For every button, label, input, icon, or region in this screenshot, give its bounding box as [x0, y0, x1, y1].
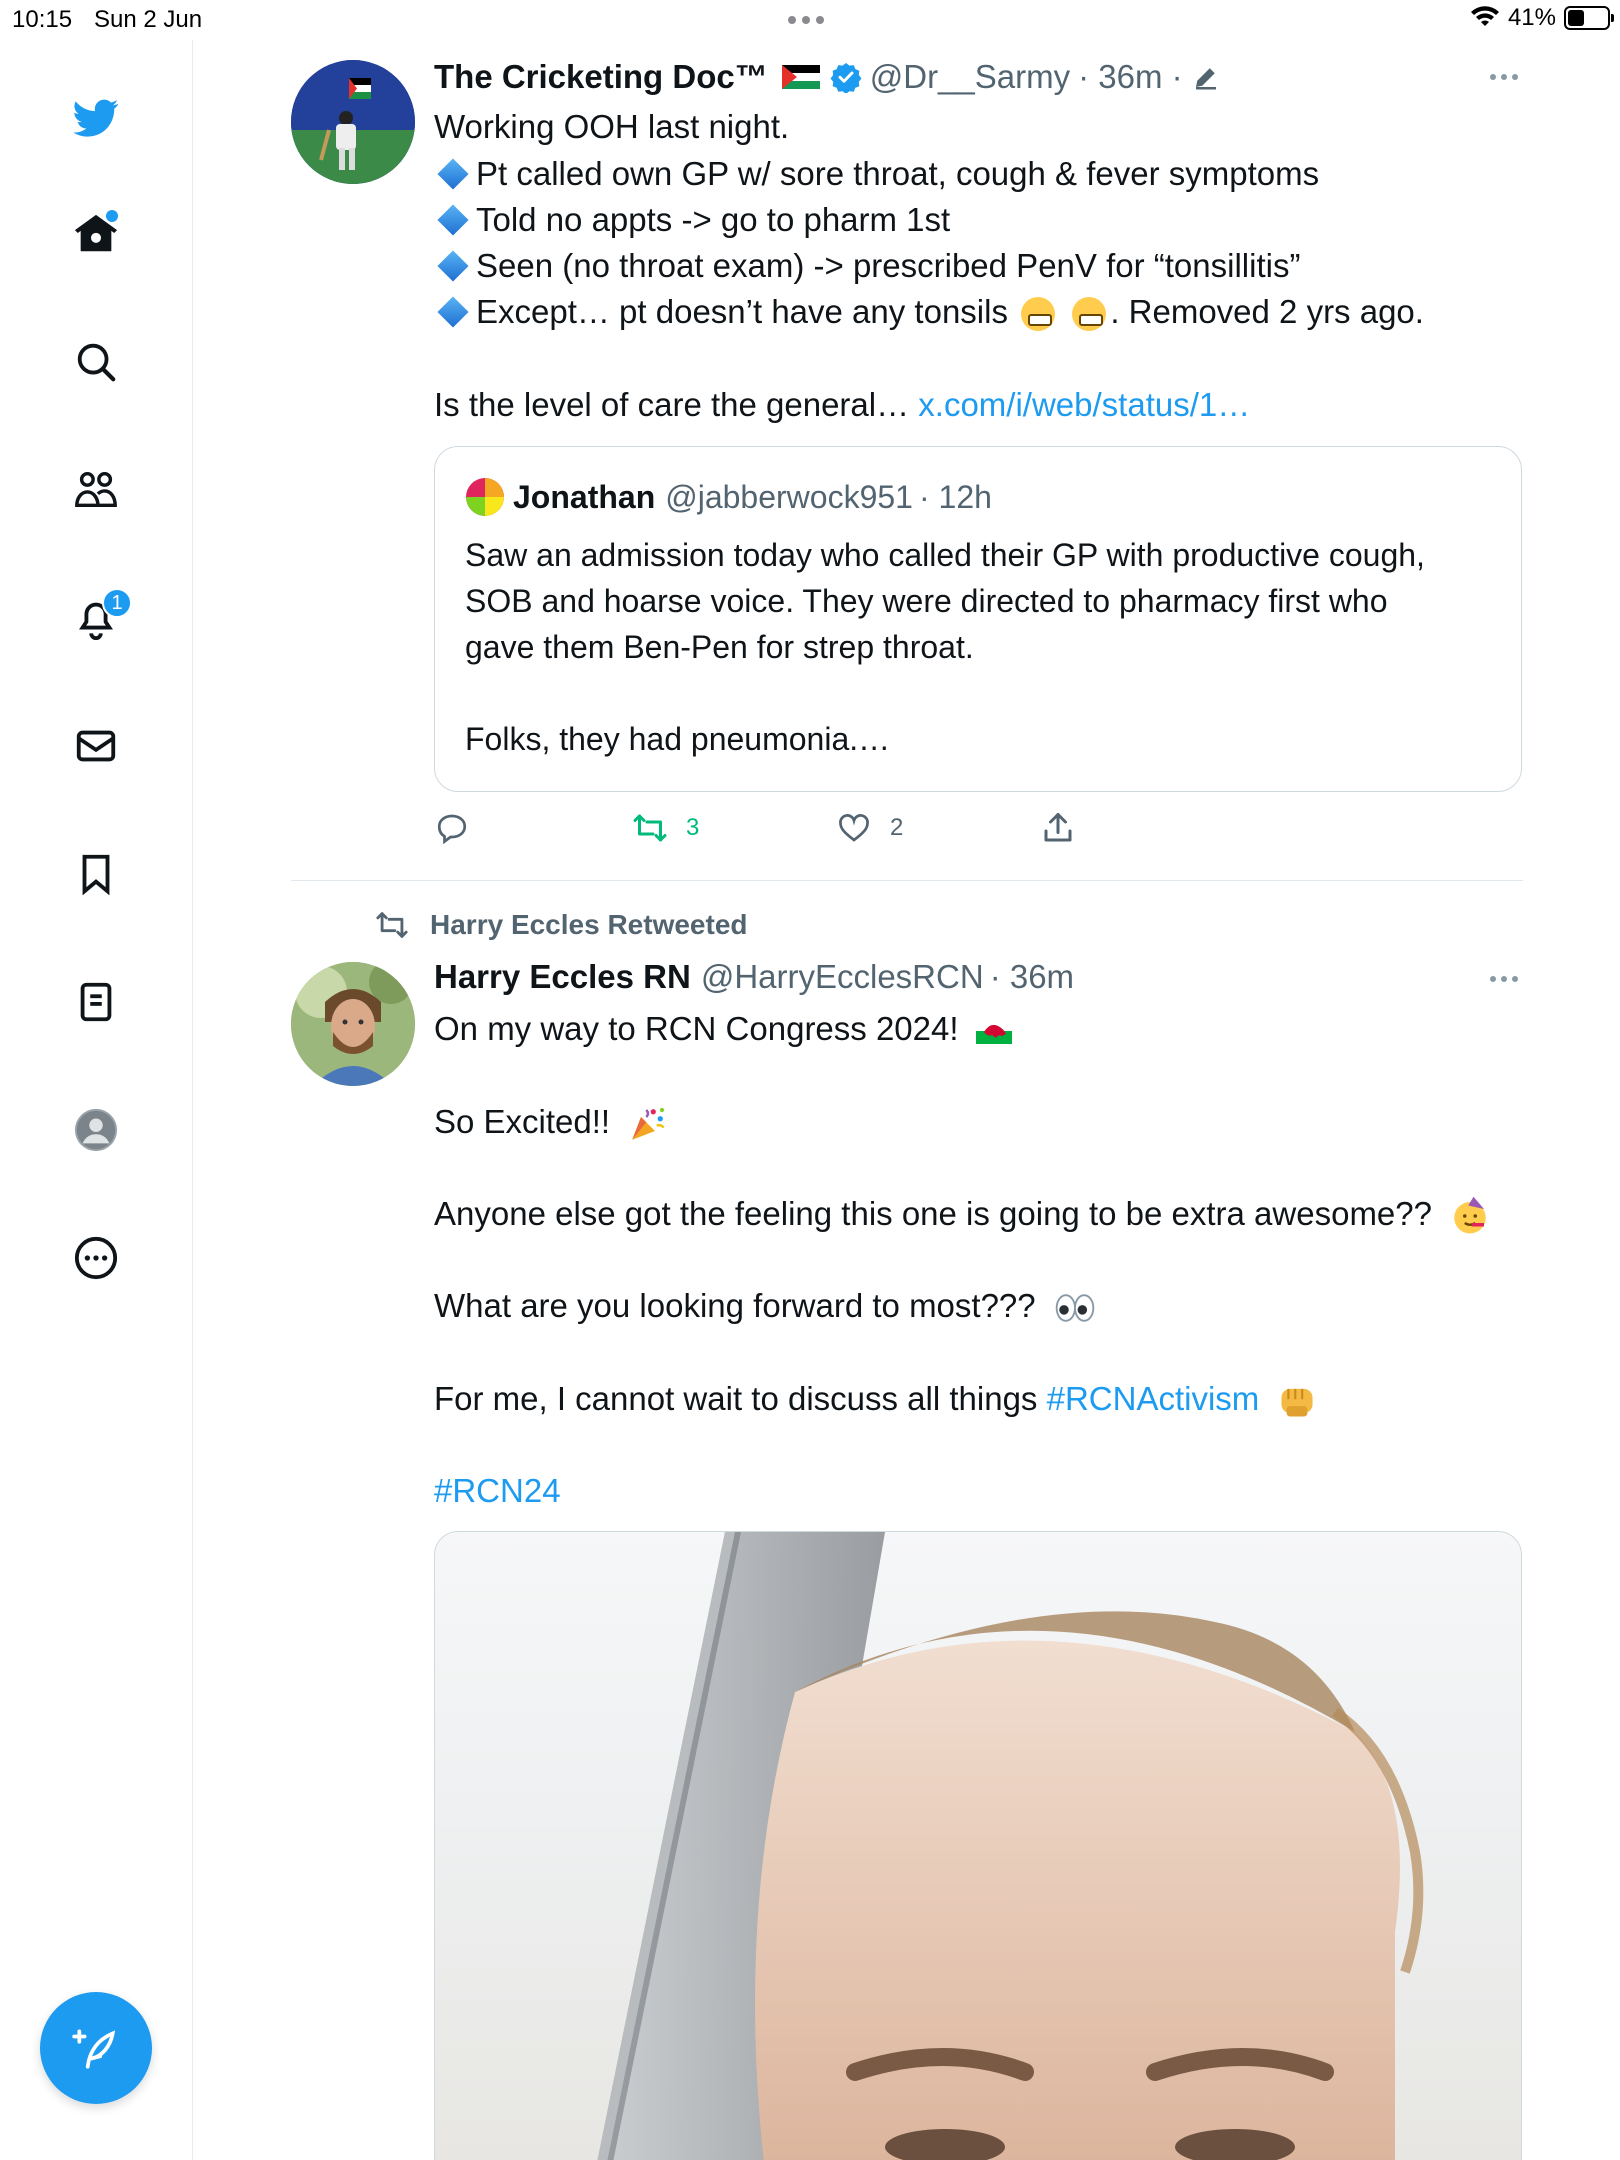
grimacing-face-icon: [1072, 297, 1107, 332]
tweet2-media-image[interactable]: [434, 1531, 1522, 2160]
quote-time: · 12h: [918, 478, 992, 515]
search-icon[interactable]: [66, 332, 126, 392]
quote-line: Folks, they had pneumonia.…: [465, 721, 891, 757]
hashtag-rcn24-link[interactable]: #RCN24: [434, 1472, 561, 1509]
retweeted-by-label[interactable]: Harry Eccles Retweeted: [430, 909, 748, 941]
quote-author-name: Jonathan: [513, 478, 656, 515]
lists-icon[interactable]: [66, 972, 126, 1032]
more-options-icon[interactable]: [66, 1228, 126, 1288]
tweet1-line: Pt called own GP w/ sore throat, cough &…: [434, 155, 1319, 193]
tweet1-line: Working OOH last night.: [434, 108, 790, 145]
show-more-link[interactable]: x.com/i/web/status/1…: [918, 386, 1250, 423]
partying-face-icon: [1454, 1197, 1486, 1234]
multitask-dots-icon[interactable]: [788, 16, 824, 24]
tweet2-line: Anyone else got the feeling this one is …: [434, 1195, 1491, 1237]
tweet1-line: Seen (no throat exam) -> prescribed PenV…: [434, 247, 1300, 285]
retweet-indicator-icon: [376, 912, 408, 938]
sidebar: 1: [0, 40, 193, 2160]
tweet1-line: Told no appts -> go to pharm 1st: [434, 201, 950, 239]
profile-avatar-icon[interactable]: [66, 1100, 126, 1160]
quoted-tweet-card[interactable]: Jonathan @jabberwock951 · 12h Saw an adm…: [434, 446, 1522, 792]
blue-diamond-icon: [437, 250, 469, 282]
wales-flag-icon: [975, 1018, 1012, 1045]
tweet2-header: Harry Eccles RN @HarryEcclesRCN · 36m: [434, 958, 1074, 996]
verified-badge-icon: [830, 63, 862, 93]
tweet2-line: What are you looking forward to most???: [434, 1287, 1097, 1325]
tweet1-line: Except… pt doesn’t have any tonsils . Re…: [434, 293, 1424, 332]
heart-icon: [839, 814, 869, 842]
quote-line: gave them Ben-Pen for strep throat.: [465, 629, 974, 665]
wifi-icon: [1470, 6, 1499, 26]
quote-line: Saw an admission today who called their …: [465, 537, 1425, 573]
retweet-button[interactable]: 3: [632, 810, 699, 846]
tweet2-author-name[interactable]: Harry Eccles RN: [434, 958, 691, 996]
tweet1-header: The Cricketing Doc™ @Dr__Sarmy · 36m ·: [434, 58, 1221, 96]
oncoming-fist-icon: [1281, 1389, 1314, 1417]
like-count: 2: [890, 814, 904, 841]
tweet1-handle[interactable]: @Dr__Sarmy: [870, 58, 1070, 96]
like-button[interactable]: 2: [836, 810, 903, 846]
blue-diamond-icon: [437, 158, 469, 190]
twitter-logo-icon[interactable]: [66, 88, 126, 148]
tweet1-more-icon[interactable]: [1490, 74, 1518, 80]
notifications-bell-icon[interactable]: 1: [66, 588, 132, 648]
tweet1-avatar[interactable]: [291, 60, 415, 184]
party-popper-icon: [632, 1108, 665, 1141]
retweet-count: 3: [686, 814, 700, 841]
eyes-icon: [1055, 1294, 1095, 1323]
tweet2-handle[interactable]: @HarryEcclesRCN: [701, 958, 984, 996]
grimacing-face-icon: [1021, 297, 1056, 332]
edited-pencil-icon[interactable]: [1191, 62, 1221, 92]
status-time: 10:15: [12, 6, 73, 33]
tweet2-line: On my way to RCN Congress 2024!: [434, 1010, 1012, 1048]
tweet2-line: #RCN24: [434, 1472, 561, 1510]
hashtag-rcnactivism-link[interactable]: #RCNActivism: [1047, 1380, 1260, 1417]
quote-line: SOB and hoarse voice. They were directed…: [465, 583, 1388, 619]
retweet-icon: [633, 814, 667, 842]
tweet2-line: So Excited!!: [434, 1103, 669, 1145]
compose-tweet-button[interactable]: [40, 1992, 152, 2104]
tweet2-avatar[interactable]: [291, 962, 415, 1086]
share-icon: [1044, 813, 1072, 842]
status-indicators: 41%: [1470, 4, 1614, 32]
blue-diamond-icon: [437, 204, 469, 236]
tweet-divider: [291, 880, 1523, 881]
quote-handle: @jabberwock951: [665, 478, 913, 515]
messages-envelope-icon[interactable]: [66, 716, 126, 776]
tweet2-line: For me, I cannot wait to discuss all thi…: [434, 1380, 1318, 1420]
notification-badge: 1: [102, 588, 132, 618]
tweet1-truncated-line: Is the level of care the general… x.com/…: [434, 386, 1251, 423]
battery-icon: [1564, 6, 1614, 30]
tweet1-author-name[interactable]: The Cricketing Doc™: [434, 58, 768, 96]
bookmark-icon[interactable]: [66, 844, 126, 904]
reply-icon: [437, 814, 467, 845]
communities-icon[interactable]: [66, 460, 126, 520]
quote-avatar: [466, 478, 504, 516]
quote-header: Jonathan @jabberwock951 · 12h: [465, 477, 992, 517]
tweet2-more-icon[interactable]: [1490, 976, 1518, 982]
tweet2-time[interactable]: · 36m: [990, 958, 1074, 996]
tweet1-time[interactable]: · 36m ·: [1078, 58, 1183, 96]
retweeted-by-row: Harry Eccles Retweeted: [372, 908, 748, 942]
status-bar: 10:15 Sun 2 Jun 41%: [0, 0, 1620, 40]
blue-diamond-icon: [437, 296, 469, 328]
palestine-flag-icon: [781, 65, 820, 89]
home-icon[interactable]: [66, 204, 126, 264]
battery-percent: 41%: [1507, 4, 1556, 31]
status-date: Sun 2 Jun: [94, 6, 203, 33]
reply-button[interactable]: [434, 810, 470, 846]
share-button[interactable]: [1040, 810, 1076, 846]
